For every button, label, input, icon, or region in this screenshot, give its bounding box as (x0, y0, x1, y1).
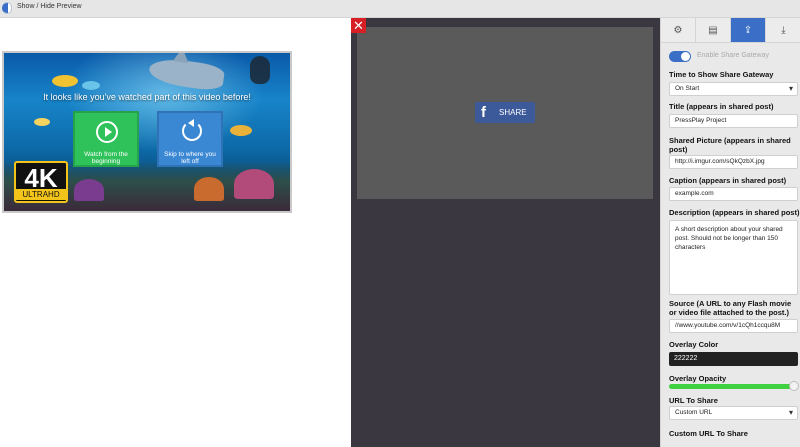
source-label: Source (A URL to any Flash movie or vide… (669, 299, 792, 317)
play-circle-icon (96, 121, 118, 143)
panel-tabs: ⚙ ▤ ⇪ ⤓ (661, 18, 800, 43)
url-to-share-select[interactable]: Custom URL (669, 406, 798, 420)
fish-image (34, 118, 50, 126)
resume-title: It looks like you've watched part of thi… (43, 92, 251, 102)
document-icon: ▤ (708, 25, 718, 36)
enable-share-gateway-toggle[interactable] (669, 51, 691, 62)
settings-panel: ⚙ ▤ ⇪ ⤓ Enable Share Gateway Time to Sho… (660, 18, 800, 447)
skip-to-where-you-left-off-label: Skip to where you left off (164, 151, 216, 165)
description-label: Description (appears in shared post) (669, 208, 800, 217)
4k-ultrahd-badge: 4K ULTRAHD (14, 161, 68, 203)
skip-to-where-you-left-off-button[interactable]: Skip to where you left off (157, 111, 223, 167)
close-icon[interactable]: ✕ (351, 18, 366, 33)
penguin-image (250, 56, 270, 84)
shared-picture-label: Shared Picture (appears in shared post) (669, 136, 791, 154)
title-label: Title (appears in shared post) (669, 102, 774, 111)
overlay-color-label: Overlay Color (669, 340, 719, 349)
top-bar: Show / Hide Preview (0, 0, 800, 18)
tab-document[interactable]: ▤ (696, 18, 731, 43)
time-to-show-label: Time to Show Share Gateway (669, 70, 774, 79)
tab-download[interactable]: ⤓ (766, 18, 800, 43)
source-input[interactable]: //www.youtube.com/v/1cQh1ccqu8M (669, 319, 798, 333)
custom-url-label: Custom URL To Share (669, 429, 748, 438)
gear-icon: ⚙ (673, 25, 683, 36)
enable-share-gateway-label: Enable Share Gateway (697, 52, 769, 59)
description-textarea[interactable]: A short description about your shared po… (669, 220, 798, 295)
url-to-share-label: URL To Share (669, 396, 718, 405)
video-preview[interactable]: It looks like you've watched part of thi… (2, 51, 292, 213)
preview-toggle-label: Show / Hide Preview (17, 3, 82, 10)
caption-label: Caption (appears in shared post) (669, 176, 787, 185)
facebook-icon: f (481, 104, 486, 121)
facebook-share-button[interactable]: f SHARE (475, 102, 535, 123)
caption-input[interactable]: example.com (669, 187, 798, 201)
tab-settings[interactable]: ⚙ (661, 18, 696, 43)
share-label: SHARE (499, 108, 527, 117)
watch-from-beginning-button[interactable]: Watch from the beginning (73, 111, 139, 167)
overlay-opacity-slider[interactable] (669, 381, 800, 391)
overlay-color-input[interactable]: 222222 (669, 352, 798, 366)
title-input[interactable]: PressPlay Project (669, 114, 798, 128)
time-to-show-select[interactable]: On Start (669, 82, 798, 96)
fish-image (82, 81, 100, 90)
watch-from-beginning-label: Watch from the beginning (84, 151, 128, 165)
shared-picture-input[interactable]: http://i.imgur.com/sQkQzbX.jpg (669, 155, 798, 169)
download-icon: ⤓ (781, 25, 786, 36)
fish-image (230, 125, 252, 136)
fish-image (52, 75, 78, 87)
overlay-opacity-fill (669, 384, 795, 389)
share-icon: ⇪ (743, 25, 753, 36)
preview-toggle[interactable] (2, 2, 12, 14)
overlay-opacity-handle[interactable] (789, 381, 800, 391)
tab-share[interactable]: ⇪ (731, 18, 766, 43)
